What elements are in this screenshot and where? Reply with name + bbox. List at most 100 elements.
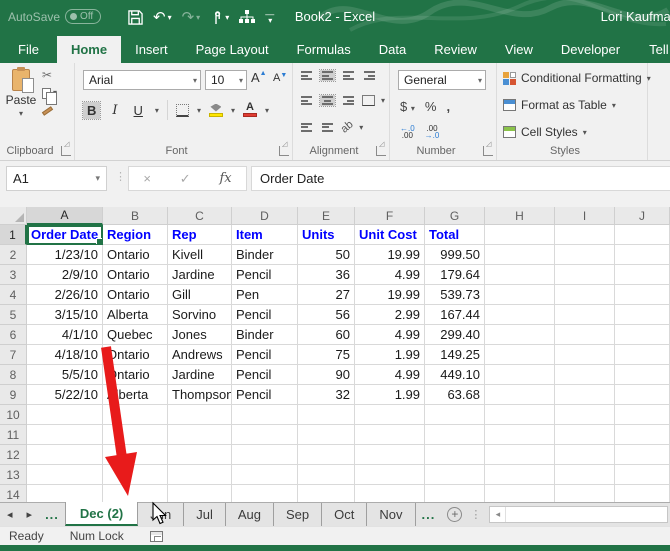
bold-button[interactable]: B [81, 100, 102, 120]
column-header-A[interactable]: A [27, 207, 103, 225]
cell-B4[interactable]: Ontario [103, 285, 168, 305]
cell-D4[interactable]: Pen [232, 285, 298, 305]
cell-D7[interactable]: Pencil [232, 345, 298, 365]
cell-F11[interactable] [355, 425, 425, 445]
font-size-combobox[interactable]: 10 ▾ [205, 70, 247, 90]
conditional-formatting-button[interactable]: Conditional Formatting ▾ [503, 71, 651, 85]
tab-page-layout[interactable]: Page Layout [182, 36, 283, 63]
row-header-10[interactable]: 10 [0, 405, 27, 425]
cell-D1[interactable]: Item [232, 225, 298, 245]
cell-C14[interactable] [168, 485, 232, 502]
row-header-8[interactable]: 8 [0, 365, 27, 385]
cell-E5[interactable]: 56 [298, 305, 355, 325]
cell-I6[interactable] [555, 325, 615, 345]
cell-F6[interactable]: 4.99 [355, 325, 425, 345]
row-header-5[interactable]: 5 [0, 305, 27, 325]
decrease-indent-button[interactable] [299, 122, 314, 133]
cell-A2[interactable]: 1/23/10 [27, 245, 103, 265]
increase-decimal-button[interactable]: ←.0.00 [400, 125, 415, 140]
cell-D14[interactable] [232, 485, 298, 502]
sheet-nav-right-icon[interactable]: ▸ [20, 503, 40, 526]
cell-styles-button[interactable]: Cell Styles ▾ [503, 125, 587, 139]
cell-F1[interactable]: Unit Cost [355, 225, 425, 245]
cell-H3[interactable] [485, 265, 555, 285]
center-button[interactable] [319, 94, 336, 107]
cell-G8[interactable]: 449.10 [425, 365, 485, 385]
cell-I11[interactable] [555, 425, 615, 445]
cell-A13[interactable] [27, 465, 103, 485]
cell-C8[interactable]: Jardine [168, 365, 232, 385]
cell-B8[interactable]: Ontario [103, 365, 168, 385]
cell-C6[interactable]: Jones [168, 325, 232, 345]
cell-J12[interactable] [615, 445, 670, 465]
cell-D3[interactable]: Pencil [232, 265, 298, 285]
cell-J7[interactable] [615, 345, 670, 365]
cell-F8[interactable]: 4.99 [355, 365, 425, 385]
fill-color-dropdown-icon[interactable]: ▾ [231, 106, 235, 115]
fill-color-button[interactable] [208, 103, 223, 117]
cell-G11[interactable] [425, 425, 485, 445]
row-header-4[interactable]: 4 [0, 285, 27, 305]
cell-E3[interactable]: 36 [298, 265, 355, 285]
sheet-tab-jun[interactable]: Jun [138, 503, 185, 526]
cell-I7[interactable] [555, 345, 615, 365]
cell-B3[interactable]: Ontario [103, 265, 168, 285]
tab-developer[interactable]: Developer [547, 36, 634, 63]
column-header-H[interactable]: H [485, 207, 555, 225]
cell-J9[interactable] [615, 385, 670, 405]
cell-G7[interactable]: 149.25 [425, 345, 485, 365]
cell-E10[interactable] [298, 405, 355, 425]
row-header-14[interactable]: 14 [0, 485, 27, 502]
cell-F14[interactable] [355, 485, 425, 502]
grow-font-button[interactable]: A▲ [251, 70, 267, 85]
cell-J5[interactable] [615, 305, 670, 325]
font-name-combobox[interactable]: Arial ▾ [83, 70, 201, 90]
row-header-3[interactable]: 3 [0, 265, 27, 285]
cell-I14[interactable] [555, 485, 615, 502]
borders-button[interactable] [175, 103, 189, 117]
format-as-table-button[interactable]: Format as Table ▾ [503, 98, 616, 112]
cell-A5[interactable]: 3/15/10 [27, 305, 103, 325]
cell-D5[interactable]: Pencil [232, 305, 298, 325]
cell-C13[interactable] [168, 465, 232, 485]
column-header-J[interactable]: J [615, 207, 670, 225]
cell-J1[interactable] [615, 225, 670, 245]
cell-F4[interactable]: 19.99 [355, 285, 425, 305]
cell-F2[interactable]: 19.99 [355, 245, 425, 265]
column-header-E[interactable]: E [298, 207, 355, 225]
cell-J11[interactable] [615, 425, 670, 445]
cell-H8[interactable] [485, 365, 555, 385]
cell-B11[interactable] [103, 425, 168, 445]
row-header-6[interactable]: 6 [0, 325, 27, 345]
cell-H11[interactable] [485, 425, 555, 445]
paste-dropdown-icon[interactable]: ▾ [19, 109, 23, 118]
tab-insert[interactable]: Insert [121, 36, 182, 63]
cell-C3[interactable]: Jardine [168, 265, 232, 285]
tab-data[interactable]: Data [365, 36, 420, 63]
cell-A14[interactable] [27, 485, 103, 502]
cell-A8[interactable]: 5/5/10 [27, 365, 103, 385]
cell-E8[interactable]: 90 [298, 365, 355, 385]
sheet-tab-sep[interactable]: Sep [274, 503, 323, 526]
cell-A6[interactable]: 4/1/10 [27, 325, 103, 345]
tab-review[interactable]: Review [420, 36, 491, 63]
cell-G10[interactable] [425, 405, 485, 425]
cell-H6[interactable] [485, 325, 555, 345]
cancel-button[interactable]: × [143, 171, 151, 186]
cell-C9[interactable]: Thompson [168, 385, 232, 405]
row-header-9[interactable]: 9 [0, 385, 27, 405]
cell-E14[interactable] [298, 485, 355, 502]
paste-button[interactable]: Paste ▾ [6, 67, 36, 141]
merge-center-button[interactable] [362, 95, 375, 106]
cell-B5[interactable]: Alberta [103, 305, 168, 325]
cell-A4[interactable]: 2/26/10 [27, 285, 103, 305]
cell-H7[interactable] [485, 345, 555, 365]
cell-D6[interactable]: Binder [232, 325, 298, 345]
cell-B9[interactable]: Alberta [103, 385, 168, 405]
cell-C10[interactable] [168, 405, 232, 425]
cell-F9[interactable]: 1.99 [355, 385, 425, 405]
cell-I5[interactable] [555, 305, 615, 325]
cell-H4[interactable] [485, 285, 555, 305]
formula-input[interactable]: Order Date [251, 166, 670, 191]
cell-G6[interactable]: 299.40 [425, 325, 485, 345]
